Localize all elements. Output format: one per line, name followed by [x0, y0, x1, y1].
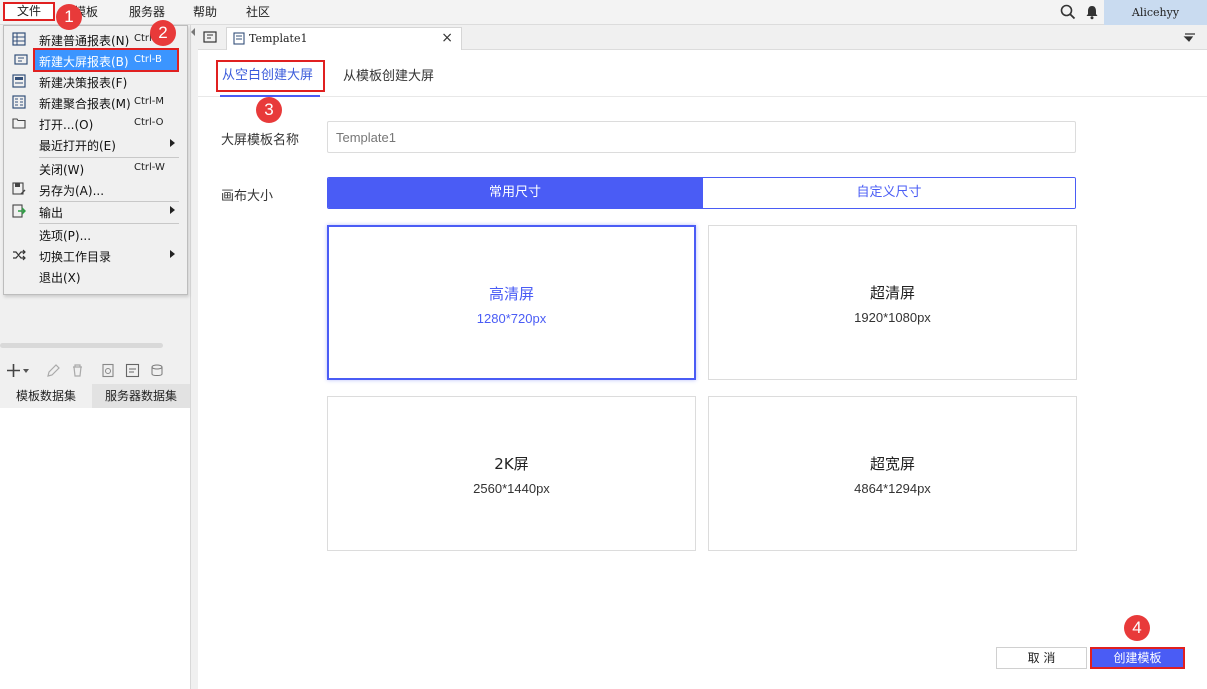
step-badge-3: 3 — [256, 97, 282, 123]
add-icon[interactable] — [6, 363, 21, 378]
step-badge-1: 1 — [56, 4, 82, 30]
preset-size: 2560*1440px — [473, 481, 550, 496]
export-icon — [12, 204, 26, 218]
tab-menu-icon[interactable] — [1183, 31, 1197, 45]
template-name-label: 大屏模板名称 — [221, 133, 300, 148]
step-badge-2: 2 — [150, 20, 176, 46]
menu-file[interactable]: 文件 — [3, 2, 55, 21]
preview-icon[interactable] — [101, 363, 116, 378]
sql-icon[interactable] — [125, 363, 140, 378]
preset-card-fullhd[interactable]: 超清屏 1920*1080px — [708, 225, 1077, 380]
menu-item-recent[interactable]: 最近打开的(E) — [4, 134, 187, 154]
dataset-list-area — [0, 408, 190, 689]
menu-item-options[interactable]: 选项(P)... — [4, 224, 187, 244]
search-icon[interactable] — [1060, 4, 1076, 20]
template-name-input[interactable] — [327, 121, 1076, 153]
tab-create-from-blank[interactable]: 从空白创建大屏 — [216, 60, 325, 92]
database-icon[interactable] — [150, 363, 165, 378]
preset-card-2k[interactable]: 2K屏 2560*1440px — [327, 396, 696, 551]
menubar: 文件 模板 服务器 帮助 社区 Alicehyy — [0, 0, 1207, 25]
panel-splitter[interactable] — [190, 25, 198, 689]
new-tab-icon[interactable] — [203, 30, 218, 45]
menu-item-export[interactable]: 输出 — [4, 201, 187, 221]
size-mode-custom[interactable]: 自定义尺寸 — [702, 178, 1075, 208]
preset-card-ultrawide[interactable]: 超宽屏 4864*1294px — [708, 396, 1077, 551]
user-account[interactable]: Alicehyy — [1104, 0, 1207, 25]
preset-name: 超清屏 — [869, 284, 915, 302]
document-tabstrip: Template1 × — [198, 25, 1207, 50]
folder-open-icon — [12, 118, 26, 129]
create-template-button[interactable]: 创建模板 — [1090, 647, 1185, 669]
preset-size: 1920*1080px — [854, 310, 931, 325]
delete-icon[interactable] — [70, 363, 85, 378]
menu-item-exit[interactable]: 退出(X) — [4, 266, 187, 286]
close-tab-icon[interactable]: × — [441, 30, 453, 46]
menu-community[interactable]: 社区 — [246, 3, 270, 22]
tab-server-datasets[interactable]: 服务器数据集 — [92, 384, 190, 408]
submenu-arrow-icon — [170, 139, 175, 147]
save-as-icon — [12, 182, 26, 195]
dataset-tabs: 模板数据集 服务器数据集 — [0, 384, 190, 408]
create-screen-dialog: 从空白创建大屏 从模板创建大屏 大屏模板名称 画布大小 常用尺寸 自定义尺寸 高… — [198, 51, 1207, 689]
collapse-left-icon[interactable] — [191, 28, 195, 36]
tab-template1[interactable]: Template1 × — [226, 27, 462, 50]
file-menu: 新建普通报表(N) Ctrl- 新建大屏报表(B) Ctrl-B 新建决策报表(… — [3, 25, 188, 295]
menu-server[interactable]: 服务器 — [129, 3, 165, 22]
preset-name: 超宽屏 — [869, 455, 915, 473]
left-scrollbar[interactable] — [0, 343, 163, 348]
dataset-toolbar — [0, 358, 190, 384]
shuffle-icon — [13, 249, 26, 261]
screen-report-icon — [14, 54, 28, 65]
preset-name: 高清屏 — [488, 285, 534, 303]
preset-name: 2K屏 — [494, 455, 529, 473]
preset-size: 4864*1294px — [854, 481, 931, 496]
preset-size: 1280*720px — [476, 311, 547, 326]
submenu-arrow-icon — [170, 250, 175, 258]
grid-report-icon — [12, 32, 26, 46]
aggregate-report-icon — [12, 95, 26, 109]
menu-item-new-screen-report[interactable]: 新建大屏报表(B) Ctrl-B — [33, 48, 179, 72]
decision-report-icon — [12, 74, 26, 88]
add-dropdown-icon[interactable] — [23, 369, 29, 373]
menu-item-switch-workdir[interactable]: 切换工作目录 — [4, 245, 187, 265]
cancel-button[interactable]: 取 消 — [996, 647, 1087, 669]
menu-item-open[interactable]: 打开...(O) Ctrl-O — [4, 113, 187, 133]
menu-item-new-decision-report[interactable]: 新建决策报表(F) — [4, 71, 187, 91]
menu-item-new-aggregate-report[interactable]: 新建聚合报表(M) Ctrl-M — [4, 92, 187, 112]
preset-card-hd[interactable]: 高清屏 1280*720px — [327, 225, 696, 380]
size-mode-common[interactable]: 常用尺寸 — [328, 178, 702, 208]
tab-divider — [198, 96, 1207, 97]
step-badge-4: 4 — [1124, 615, 1150, 641]
document-icon — [233, 32, 245, 45]
menu-item-save-as[interactable]: 另存为(A)... — [4, 179, 187, 199]
submenu-arrow-icon — [170, 206, 175, 214]
canvas-size-label: 画布大小 — [221, 189, 274, 204]
size-mode-toggle: 常用尺寸 自定义尺寸 — [327, 177, 1076, 209]
menu-item-close[interactable]: 关闭(W) Ctrl-W — [4, 158, 187, 178]
bell-icon[interactable] — [1084, 4, 1100, 20]
tab-template-datasets[interactable]: 模板数据集 — [0, 384, 92, 408]
edit-icon[interactable] — [46, 363, 61, 378]
tab-create-from-template[interactable]: 从模板创建大屏 — [343, 65, 434, 84]
menu-help[interactable]: 帮助 — [193, 3, 217, 22]
